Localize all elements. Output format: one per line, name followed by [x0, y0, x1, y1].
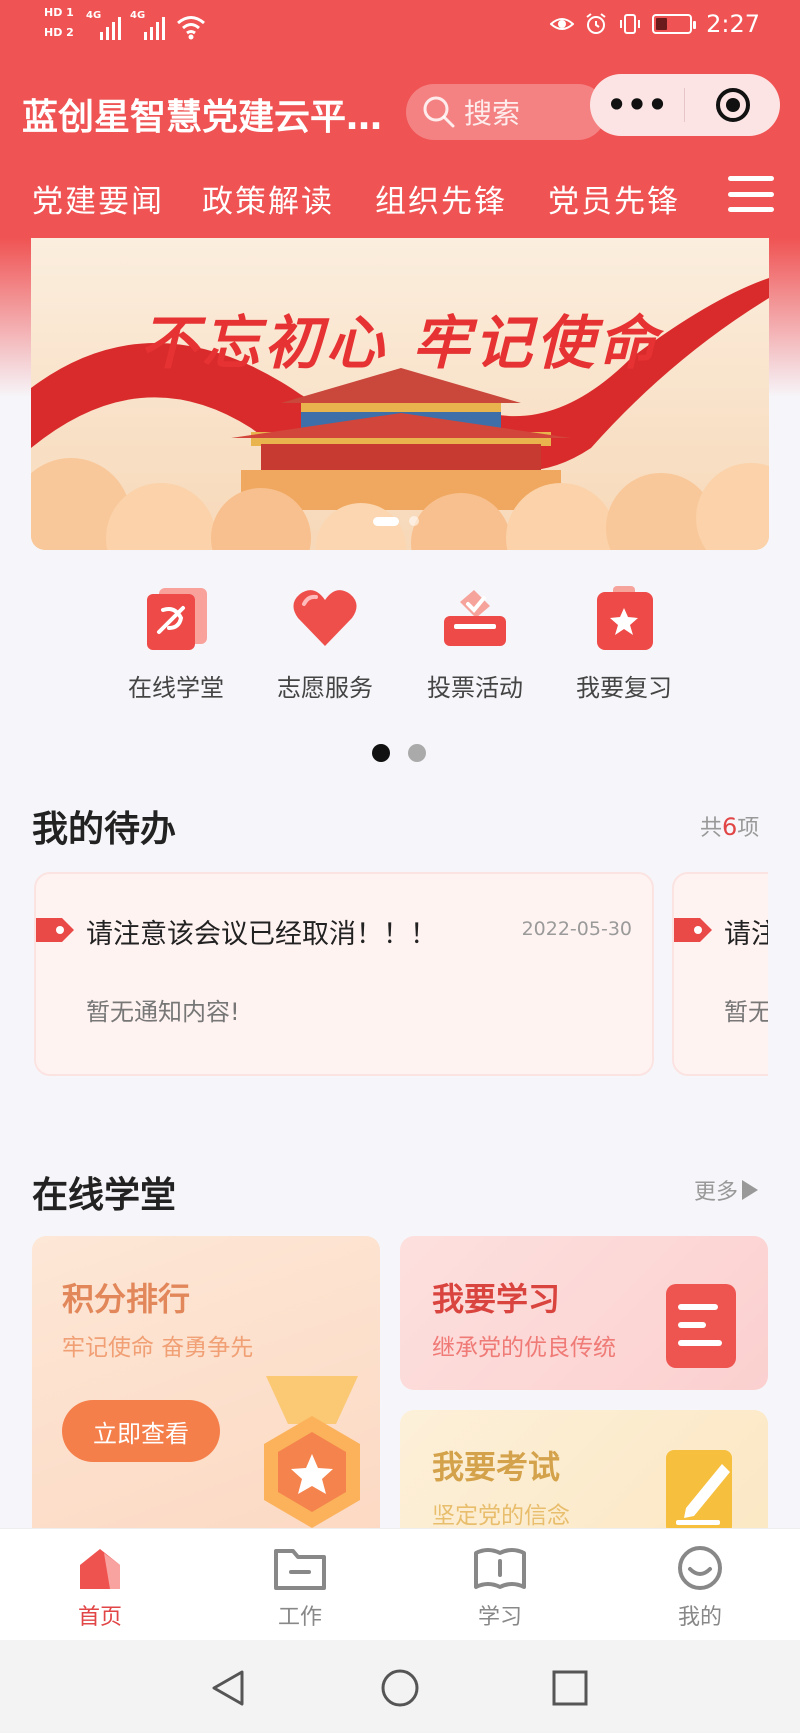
- tab-label: 工作: [277, 1605, 322, 1630]
- play-arrow-icon: [742, 1180, 759, 1200]
- medal-icon: [264, 1376, 360, 1528]
- book-icon: [474, 1548, 526, 1589]
- banner-indicator: [373, 516, 419, 526]
- quick-entry-volunteer[interactable]: 志愿服务: [250, 584, 400, 703]
- heart-icon: [293, 590, 357, 646]
- hd-indicators: HD 1 HD 2: [44, 6, 84, 46]
- todo-date: 2022-05-30: [521, 918, 632, 940]
- category-tabs: 党建要闻 政策解读 组织先锋 党员先锋: [0, 170, 800, 226]
- banner-dot: [409, 516, 419, 526]
- hd-label-1: HD 1: [44, 6, 74, 19]
- home-circle-icon[interactable]: [380, 1668, 420, 1708]
- banner-slogan: 不忘初心 牢记使命: [139, 309, 661, 377]
- battery-level: [656, 18, 668, 30]
- view-now-button[interactable]: 立即查看: [62, 1400, 220, 1462]
- profile-icon: [678, 1546, 722, 1590]
- tab-study[interactable]: 学习: [440, 1545, 560, 1631]
- signal-icon-1: 4G: [86, 10, 121, 40]
- school-more-link[interactable]: 更多: [694, 1174, 759, 1206]
- todo-content: 暂无通知内容!: [86, 998, 240, 1026]
- todo-card-next-clip: 请注 暂无: [672, 872, 768, 1078]
- todo-count: 共6项: [700, 810, 759, 842]
- ranking-subtitle: 牢记使命 奋勇争先: [62, 1335, 254, 1361]
- wifi-icon: [177, 16, 205, 40]
- tab-members[interactable]: 党员先锋: [548, 176, 680, 221]
- tag-icon: [36, 918, 74, 942]
- network-type-2: 4G: [130, 10, 146, 21]
- banner-dot-active: [373, 516, 399, 526]
- tiananmen-illustration: [31, 278, 769, 550]
- vibrate-icon: [620, 14, 641, 34]
- battery-icon: [652, 14, 697, 34]
- folder-icon: [274, 1549, 326, 1590]
- todo-card[interactable]: 请注 暂无: [672, 872, 768, 1076]
- star-clipboard-icon: [597, 586, 653, 650]
- todo-count-suffix: 项: [737, 816, 760, 841]
- pager-dot-active: [372, 744, 390, 762]
- system-navigation-bar: [0, 1640, 800, 1733]
- title-row: 蓝创星智慧党建云平… 搜索 •••: [0, 74, 800, 146]
- pencil-paper-icon: [666, 1450, 732, 1534]
- tab-label: 我的: [677, 1605, 722, 1630]
- study-subtitle: 继承党的优良传统: [432, 1335, 616, 1361]
- tab-home[interactable]: 首页: [40, 1545, 160, 1631]
- todo-title: 请注意该会议已经取消！！！: [86, 919, 437, 950]
- bottom-tab-bar: 首页 工作 学习 我的: [0, 1528, 800, 1640]
- quick-entry-pager: [372, 744, 426, 762]
- todo-count-prefix: 共: [700, 816, 723, 841]
- recent-apps-icon[interactable]: [550, 1668, 590, 1708]
- quick-entry-label: 志愿服务: [277, 674, 373, 702]
- tab-party-news[interactable]: 党建要闻: [32, 176, 164, 221]
- tab-organization[interactable]: 组织先锋: [375, 176, 507, 221]
- exam-subtitle: 坚定党的信念: [432, 1503, 570, 1529]
- ballot-box-icon: [444, 590, 506, 646]
- tag-icon: [674, 918, 712, 942]
- document-icon: [666, 1284, 736, 1368]
- school-section-title: 在线学堂: [32, 1175, 177, 1216]
- menu-icon[interactable]: [728, 176, 774, 212]
- home-icon: [80, 1549, 120, 1589]
- todo-card[interactable]: 请注意该会议已经取消！！！ 2022-05-30 暂无通知内容!: [34, 872, 654, 1076]
- exam-title: 我要考试: [432, 1448, 561, 1486]
- miniprogram-capsule: •••: [590, 74, 780, 136]
- tab-label: 学习: [477, 1605, 522, 1630]
- target-close-icon: [715, 88, 750, 122]
- todo-title: 请注: [724, 919, 768, 950]
- tab-label: 首页: [77, 1605, 122, 1630]
- back-icon[interactable]: [208, 1668, 248, 1708]
- tab-work[interactable]: 工作: [240, 1545, 360, 1631]
- todo-content: 暂无: [724, 998, 768, 1026]
- quick-entry-school[interactable]: 在线学堂: [101, 584, 251, 703]
- quick-entry-label: 在线学堂: [128, 674, 224, 702]
- close-miniprogram-button[interactable]: [685, 87, 780, 123]
- eye-icon: [550, 18, 575, 30]
- ranking-card[interactable]: 积分排行 牢记使命 奋勇争先 立即查看: [32, 1236, 380, 1536]
- status-bar: HD 1 HD 2 4G 4G 2:27: [0, 0, 800, 58]
- quick-entry-label: 投票活动: [427, 674, 523, 702]
- pager-dot: [408, 744, 426, 762]
- search-icon: [423, 96, 455, 128]
- study-card[interactable]: 我要学习 继承党的优良传统: [400, 1236, 768, 1390]
- signal-icon-2: 4G: [130, 10, 165, 40]
- search-input[interactable]: 搜索: [406, 84, 606, 140]
- quick-entry-label: 我要复习: [576, 674, 672, 702]
- quick-entry-vote[interactable]: 投票活动: [400, 584, 550, 703]
- tab-profile[interactable]: 我的: [640, 1545, 760, 1631]
- more-label: 更多: [694, 1180, 739, 1205]
- todo-section-title: 我的待办: [32, 809, 177, 850]
- search-placeholder: 搜索: [464, 97, 521, 130]
- hd-label-2: HD 2: [44, 26, 74, 39]
- party-book-icon: [147, 588, 207, 650]
- status-time: 2:27: [706, 10, 760, 38]
- banner-carousel[interactable]: 不忘初心 牢记使命: [31, 238, 769, 550]
- more-options-button[interactable]: •••: [590, 89, 684, 121]
- alarm-icon: [586, 13, 606, 34]
- network-type-1: 4G: [86, 10, 102, 21]
- page-title: 蓝创星智慧党建云平…: [22, 97, 383, 138]
- todo-count-number: 6: [722, 813, 738, 841]
- ranking-title: 积分排行: [62, 1280, 191, 1318]
- quick-entry-review[interactable]: 我要复习: [549, 584, 699, 703]
- study-title: 我要学习: [432, 1280, 561, 1318]
- tab-policy[interactable]: 政策解读: [202, 176, 334, 221]
